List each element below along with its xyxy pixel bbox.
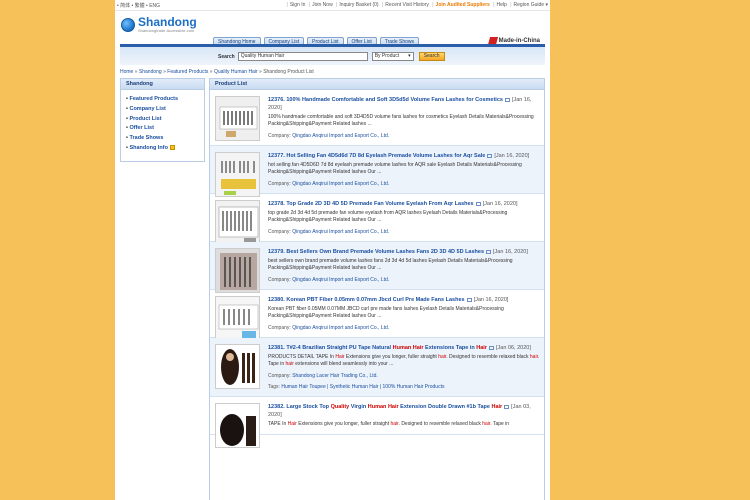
list-item: 12377. Hot Selling Fan 4D5d6d 7D 8d Eyel… [210,146,544,197]
compare-icon[interactable] [504,404,510,409]
list-item: 12381. T#2-4 Brazilian Straight PU Tape … [210,338,544,397]
join-now-link[interactable]: Join Now [312,2,333,8]
product-title-link[interactable]: 12377. Hot Selling Fan 4D5d6d 7D 8d Eyel… [268,152,540,160]
product-description: TAPE In Hair Extensions give you longer,… [268,421,510,427]
info-icon [169,145,175,151]
product-thumbnail[interactable] [215,403,260,448]
sidebar: Shandong Featured Products Company List … [120,78,205,162]
recent-history-link[interactable]: Recent Visit History [385,2,429,8]
inquiry-basket-link[interactable]: Inquiry Basket (0) [339,2,378,8]
product-description: 100% handmade comfortable and soft 3D4D5… [268,114,534,127]
search-button[interactable]: Search [418,52,445,61]
company-line: Company: Qingdao Anqirui Import and Expo… [268,133,390,139]
company-line: Company: Qingdao Anqirui Import and Expo… [268,181,390,187]
product-thumbnail[interactable] [215,296,260,341]
region-guide-link[interactable]: Region Guide ▾ [514,2,548,8]
sidebar-item-product-list[interactable]: Product List [126,116,204,122]
tags-links[interactable]: Human Hair Toupee | Synthetic Human Hair… [281,384,444,390]
page: • 简体 • 繁體 • ENG | Sign In | Join Now | Inqu… [115,0,550,500]
sign-in-link[interactable]: Sign In [290,2,306,8]
site-logo[interactable]: Shandong Shandongtrade.Accessible.com [121,15,197,33]
compare-icon[interactable] [488,345,494,350]
company-link[interactable]: Qingdao Anqirui Import and Export Co., L… [292,277,389,283]
globe-icon [121,18,135,32]
list-item: 12379. Best Sellers Own Brand Premade Vo… [210,242,544,293]
product-title-link[interactable]: 12376. 100% Handmade Comfortable and Sof… [268,96,540,112]
crumb-home[interactable]: Home [120,69,133,75]
product-thumbnail[interactable] [215,152,260,197]
product-title-link[interactable]: 12378. Top Grade 2D 3D 4D 5D Premade Fan… [268,200,540,208]
product-title-link[interactable]: 12379. Best Sellers Own Brand Premade Vo… [268,248,540,256]
search-input[interactable]: Quality Human Hair [237,52,368,61]
logo-text: Shandong [138,15,197,29]
product-title-link[interactable]: 12382. Large Stock Top Quality Virgin Hu… [268,403,540,419]
list-item: 12380. Korean PBT Fiber 0.05mm 0.07mm Jb… [210,290,544,341]
compare-icon[interactable] [487,153,493,158]
product-title-link[interactable]: 12381. T#2-4 Brazilian Straight PU Tape … [268,344,540,352]
tags-line: Tags: Human Hair Toupee | Synthetic Huma… [268,384,445,390]
search-row: Search Quality Human Hair By Product Sea… [218,52,445,61]
company-line: Company: Qingdao Anqirui Import and Expo… [268,229,390,235]
sidebar-title: Shandong [121,79,204,90]
product-thumbnail[interactable] [215,248,260,293]
top-bar: • 简体 • 繁體 • ENG | Sign In | Join Now | Inqu… [115,0,550,11]
crumb-shandong[interactable]: Shandong [139,69,162,75]
audited-suppliers-link[interactable]: Join Audited Suppliers [436,2,490,8]
breadcrumb: Home » Shandong » Featured Products » Qu… [120,69,314,75]
company-link[interactable]: Qingdao Anqirui Import and Export Co., L… [292,133,389,139]
company-link[interactable]: Qingdao Anqirui Import and Export Co., L… [292,181,389,187]
compare-icon[interactable] [466,297,472,302]
crumb-featured[interactable]: Featured Products [167,69,208,75]
company-line: Company: Shandong Lacer Hair Trading Co.… [268,373,378,379]
product-thumbnail[interactable] [215,96,260,141]
crumb-current: Shandong Product List [263,69,314,75]
company-link[interactable]: Qingdao Anqirui Import and Export Co., L… [292,325,389,331]
list-item: 12382. Large Stock Top Quality Virgin Hu… [210,397,544,448]
product-title-link[interactable]: 12380. Korean PBT Fiber 0.05mm 0.07mm Jb… [268,296,540,304]
sidebar-item-trade-shows[interactable]: Trade Shows [126,135,204,141]
sidebar-item-company-list[interactable]: Company List [126,106,204,112]
product-thumbnail[interactable] [215,200,260,245]
company-line: Company: Qingdao Anqirui Import and Expo… [268,325,390,331]
header: Shandong Shandongtrade.Accessible.com Sh… [115,11,550,48]
sidebar-item-shandong-info[interactable]: Shandong Info [126,145,204,151]
search-type-select[interactable]: By Product [371,52,414,61]
product-description: top grade 2d 3d 4d 5d premade fan volume… [268,210,508,223]
compare-icon[interactable] [486,249,492,254]
sidebar-item-featured-products[interactable]: Featured Products [126,96,204,102]
compare-icon[interactable] [475,201,481,206]
help-link[interactable]: Help [497,2,507,8]
product-description: PRODUCTS DETAIL TAPE In Hair Extensions … [268,354,540,367]
logo-subtitle: Shandongtrade.Accessible.com [138,28,195,33]
product-list: Product List 12376. 100% Handmade Comfor… [209,78,545,500]
product-description: best sellers own brand premade volume la… [268,258,513,271]
list-item: 12378. Top Grade 2D 3D 4D 5D Premade Fan… [210,194,544,245]
company-link[interactable]: Shandong Lacer Hair Trading Co., Ltd. [292,373,378,379]
crumb-quality-human-hair[interactable]: Quality Human Hair [214,69,258,75]
language-switch[interactable]: • 简体 • 繁體 • ENG [117,2,160,9]
product-thumbnail[interactable] [215,344,260,389]
product-description: hot selling fan 4D5D6D 7d 8d eyelash pre… [268,162,522,175]
top-links: | Sign In | Join Now | Inquiry Basket (0) |… [286,2,548,8]
sidebar-item-offer-list[interactable]: Offer List [126,125,204,131]
product-list-title: Product List [210,79,544,90]
compare-icon[interactable] [504,97,510,102]
company-line: Company: Qingdao Anqirui Import and Expo… [268,277,390,283]
search-label: Search [218,53,235,60]
search-band: Search Quality Human Hair By Product Sea… [120,44,545,65]
company-link[interactable]: Qingdao Anqirui Import and Export Co., L… [292,229,389,235]
product-description: Korean PBT fiber 0.05MM 0.07MM JBCD curl… [268,306,504,319]
list-item: 12376. 100% Handmade Comfortable and Sof… [210,90,544,146]
